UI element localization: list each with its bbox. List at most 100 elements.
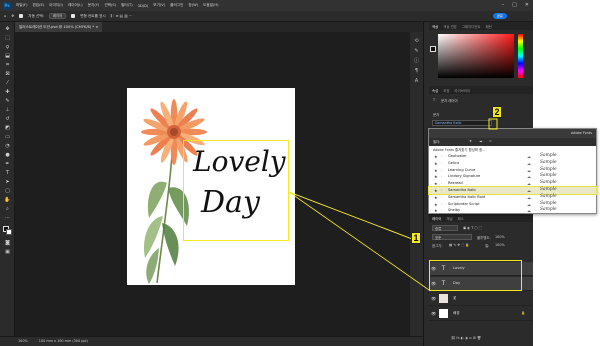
menu-item-edit[interactable]: 편집(E) [32, 3, 44, 8]
favorite-star-icon[interactable]: ★ [434, 174, 438, 179]
path-select-tool-icon[interactable]: ➤ [4, 179, 11, 185]
auto-select-checkbox[interactable] [19, 14, 24, 18]
headline-line1[interactable]: Lovely [193, 146, 286, 178]
document-canvas[interactable]: Lovely Day [127, 88, 295, 285]
brush-settings-icon[interactable]: ✎ [413, 48, 420, 55]
visibility-eye-icon[interactable]: 👁 [431, 296, 436, 301]
menu-item-view[interactable]: 보기(V) [153, 3, 165, 8]
close-icon[interactable]: ✕ [525, 2, 529, 8]
menu-item-filter[interactable]: 필터(T) [121, 3, 133, 8]
maximize-icon[interactable]: □ [512, 2, 517, 8]
hand-tool-icon[interactable]: ✋ [4, 197, 11, 203]
info-panel-icon[interactable]: ⓘ [413, 58, 420, 65]
lasso-tool-icon[interactable]: ϙ [4, 44, 11, 50]
layer-bottom-icons[interactable]: ⛓ fx ◐ ◑ ▭ ⊞ 🗑 [451, 336, 481, 340]
marquee-tool-icon[interactable]: ⬚ [4, 35, 11, 41]
favorite-star-icon[interactable]: ★ [434, 208, 438, 213]
expand-chevron-icon[interactable]: › [441, 174, 442, 179]
menu-item-file[interactable]: 파일(F) [16, 3, 27, 8]
home-icon[interactable]: ⌂ [4, 14, 6, 18]
tab-patterns[interactable]: 패턴 [486, 24, 492, 29]
type-tool-icon[interactable]: T [4, 170, 11, 176]
glyphs-panel-icon[interactable]: A [413, 78, 420, 85]
expand-chevron-icon[interactable]: › [441, 195, 442, 200]
crop-tool-icon[interactable]: ⌗ [4, 62, 11, 68]
menu-item-layer[interactable]: 레이어(L) [68, 3, 83, 8]
eraser-tool-icon[interactable]: ◩ [4, 125, 11, 131]
zoom-level[interactable]: 100% [18, 339, 28, 343]
background-color-swatch[interactable] [6, 229, 12, 235]
fg-swatch[interactable] [430, 46, 436, 52]
document-tab[interactable]: 일러스트레이션 도안.psd @ 100% (CMYK/8) * × [15, 22, 103, 32]
frame-tool-icon[interactable]: ⊠ [4, 71, 11, 77]
menu-item-help[interactable]: 도움말(H) [203, 3, 218, 8]
opacity-value[interactable]: 100% [495, 235, 505, 239]
close-tab-icon[interactable]: × [95, 25, 98, 29]
favorite-star-icon[interactable]: ★ [434, 161, 438, 166]
minimize-icon[interactable]: – [502, 2, 505, 8]
menu-item-3d[interactable]: 3D(D) [138, 4, 149, 8]
paragraph-panel-icon[interactable]: ¶ [413, 68, 420, 75]
menu-item-select[interactable]: 선택(S) [104, 3, 116, 8]
shape-tool-icon[interactable]: ▢ [4, 188, 11, 194]
expand-chevron-icon[interactable]: › [441, 188, 442, 193]
tab-libraries[interactable]: 라이브러리 [455, 88, 471, 93]
layer-dropdown[interactable]: 레이어 [48, 13, 67, 19]
expand-chevron-icon[interactable]: › [441, 181, 442, 186]
filter-icons[interactable]: ▣ ◐ T ▢ ⬚ [463, 226, 482, 230]
headline-line2[interactable]: Day [201, 186, 283, 220]
favorite-star-icon[interactable]: ★ [434, 195, 438, 200]
history-panel-icon[interactable]: ⟲ [413, 38, 420, 45]
tab-channels[interactable]: 채널 [446, 216, 452, 221]
dodge-tool-icon[interactable]: ● [4, 152, 11, 158]
kind-filter-dropdown[interactable]: 종류 [432, 225, 458, 231]
object-select-tool-icon[interactable]: ⬓ [4, 53, 11, 59]
expand-chevron-icon[interactable]: › [441, 154, 442, 159]
cloud-icon[interactable]: ☁ [479, 139, 482, 143]
healing-brush-icon[interactable]: ✚ [4, 89, 11, 95]
expand-chevron-icon[interactable]: › [441, 168, 442, 173]
gradient-tool-icon[interactable]: ▭ [4, 134, 11, 140]
tab-paths[interactable]: 패스 [458, 216, 464, 221]
eyedropper-tool-icon[interactable]: ⁄ [4, 80, 11, 86]
font-family-field[interactable]: Samantha Italic [432, 120, 492, 126]
tab-color[interactable]: 색상 [432, 24, 438, 29]
history-brush-icon[interactable]: ↺ [4, 116, 11, 122]
menu-item-image[interactable]: 이미지(I) [49, 3, 63, 8]
similar-icon[interactable]: ≈ [489, 139, 492, 143]
fill-value[interactable]: 100% [495, 243, 505, 247]
quick-mask-icon[interactable]: ◙ [4, 240, 11, 246]
expand-chevron-icon[interactable]: › [441, 161, 442, 166]
pen-tool-icon[interactable]: ✒ [4, 161, 11, 167]
zoom-tool-icon[interactable]: ⌕ [4, 206, 11, 212]
clone-stamp-icon[interactable]: ⊥ [4, 107, 11, 113]
more-tools-icon[interactable]: ⋯ [4, 215, 11, 221]
tab-gradients[interactable]: 그레이디언트 [462, 24, 481, 29]
brush-tool-icon[interactable]: ✎ [4, 98, 11, 104]
blur-tool-icon[interactable]: ◔ [4, 143, 11, 149]
menu-item-window[interactable]: 창(W) [188, 3, 198, 8]
share-button[interactable]: 공유 [492, 13, 507, 19]
tab-properties[interactable]: 속성 [432, 88, 438, 93]
blend-mode-dropdown[interactable]: 표준 [432, 234, 472, 240]
layer-row-background[interactable]: 👁 배경 🔒 [429, 307, 533, 321]
favorite-star-icon[interactable]: ★ [469, 139, 472, 143]
favorite-star-icon[interactable]: ★ [434, 154, 438, 159]
tab-swatches[interactable]: 색상 견본 [443, 24, 457, 29]
menu-item-plugins[interactable]: 플러그인 [170, 3, 183, 8]
visibility-eye-icon[interactable]: 👁 [431, 311, 436, 316]
expand-chevron-icon[interactable]: › [441, 208, 442, 213]
layer-row-flower[interactable]: 👁 꽃 [429, 292, 533, 306]
align-icons[interactable]: ⫼ ⫶ ≡ ▤ ▥ ⋯ [111, 14, 133, 18]
lock-icons[interactable]: ▦ ✎ ✥ ⬚ 🔒 [449, 243, 470, 247]
favorite-star-icon[interactable]: ★ [434, 168, 438, 173]
transform-controls-checkbox[interactable] [71, 14, 76, 18]
hue-slider[interactable] [518, 34, 523, 78]
move-tool-icon[interactable]: ✥ [4, 26, 11, 32]
favorite-star-icon[interactable]: ★ [434, 188, 438, 193]
tab-adjustments[interactable]: 조정 [443, 88, 449, 93]
screen-mode-icon[interactable]: ▣ [4, 249, 11, 255]
font-list-item[interactable]: ★ › Shelby ☁ Sample [429, 207, 596, 214]
favorite-star-icon[interactable]: ★ [434, 202, 438, 207]
color-picker-field[interactable] [438, 34, 514, 78]
